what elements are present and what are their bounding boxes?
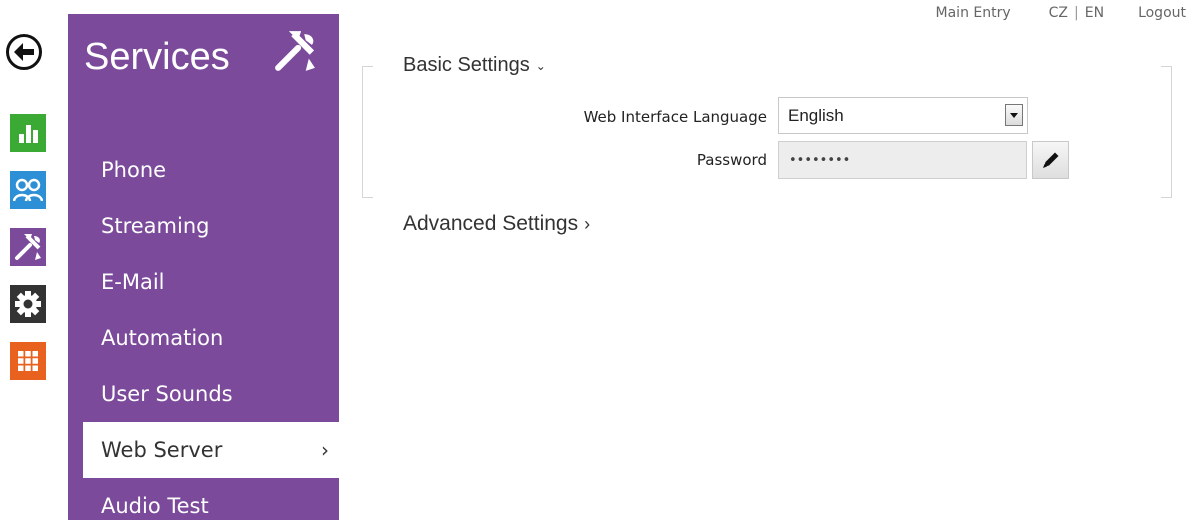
sidebar-menu: Phone Streaming E-Mail Automation User S… [68, 142, 339, 520]
lang-separator: | [1074, 5, 1079, 21]
sidebar-item-label: Phone [101, 158, 167, 182]
password-field[interactable]: •••••••• [778, 141, 1027, 179]
logout-link[interactable]: Logout [1138, 5, 1186, 21]
sidebar-item-user-sounds[interactable]: User Sounds [68, 366, 339, 422]
language-select-value: English [788, 105, 844, 125]
rail-status-button[interactable] [10, 114, 46, 152]
sidebar-item-label: User Sounds [101, 382, 233, 406]
tools-icon [15, 234, 41, 260]
users-icon [13, 178, 43, 202]
lang-en-link[interactable]: EN [1085, 5, 1104, 21]
password-value: •••••••• [789, 152, 851, 168]
basic-settings-header[interactable]: Basic Settings ⌄ [403, 54, 546, 77]
chevron-down-icon: ⌄ [535, 58, 546, 73]
tools-icon [275, 31, 315, 71]
chevron-right-icon: › [321, 438, 329, 462]
gear-icon [15, 291, 41, 317]
dropdown-arrow-icon[interactable] [1005, 104, 1023, 126]
password-label: Password [696, 151, 767, 169]
sidebar-item-phone[interactable]: Phone [68, 142, 339, 198]
language-select[interactable]: English [778, 97, 1028, 134]
back-button[interactable] [6, 34, 42, 70]
sidebar-item-label: Streaming [101, 214, 210, 238]
language-label: Web Interface Language [583, 108, 767, 126]
bar-chart-icon [19, 125, 38, 143]
sidebar-item-audio-test[interactable]: Audio Test [68, 478, 339, 520]
sidebar-item-label: E-Mail [101, 270, 165, 294]
sidebar-item-label: Audio Test [101, 494, 209, 518]
sidebar-item-automation[interactable]: Automation [68, 310, 339, 366]
grid-icon [18, 351, 38, 371]
sidebar-item-web-server[interactable]: Web Server › [83, 422, 339, 478]
arrow-left-icon [14, 43, 34, 61]
sidebar: Services Phone Streaming E-Mail Automati… [68, 14, 339, 520]
lang-cz-link[interactable]: CZ [1049, 5, 1068, 21]
sidebar-title: Services [84, 36, 230, 78]
sidebar-item-label: Automation [101, 326, 224, 350]
advanced-settings-header[interactable]: Advanced Settings › [403, 212, 590, 236]
sidebar-item-streaming[interactable]: Streaming [68, 198, 339, 254]
basic-settings-title: Basic Settings [403, 54, 530, 76]
rail-directory-button[interactable] [10, 171, 46, 209]
advanced-settings-title: Advanced Settings [403, 212, 579, 235]
chevron-right-icon: › [584, 213, 591, 234]
top-nav: Main Entry CZ | EN Logout [936, 5, 1186, 21]
sidebar-item-label: Web Server [101, 438, 223, 462]
rail-hardware-button[interactable] [10, 285, 46, 323]
main-entry-link[interactable]: Main Entry [936, 5, 1011, 21]
pencil-icon [1042, 152, 1058, 168]
rail-system-button[interactable] [10, 342, 46, 380]
edit-password-button[interactable] [1032, 141, 1069, 179]
rail-services-button[interactable] [10, 228, 46, 266]
sidebar-item-email[interactable]: E-Mail [68, 254, 339, 310]
